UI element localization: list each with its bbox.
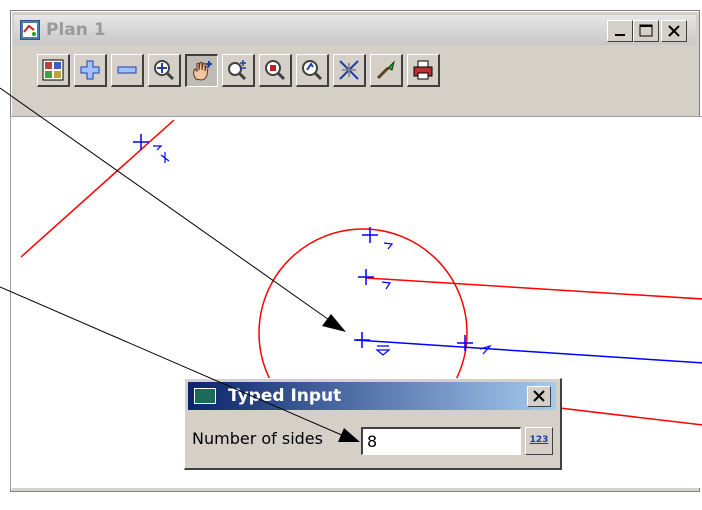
zoom-scale-icon [228,60,247,81]
toolbar-zoom-scale-button[interactable] [222,54,255,87]
toolbar-zoom-previous-button[interactable] [296,54,329,87]
blue-string[interactable] [355,339,702,364]
close-icon [668,25,680,37]
red-string-upper-left[interactable] [20,119,175,258]
minimize-button[interactable] [607,20,633,42]
calculator-button[interactable]: 123 [525,427,553,455]
pick-icon [376,60,395,80]
toolbar-zoom-window-button[interactable] [259,54,292,87]
zoom-fit-icon [154,60,175,81]
dialog-titlebar[interactable]: Typed Input [188,382,556,410]
point-marker[interactable] [358,269,374,285]
number-of-sides-input[interactable]: 8 [361,427,521,455]
window-titlebar[interactable]: Plan 1 [14,15,696,45]
toolbar-cursor-snap-button[interactable] [333,54,366,87]
calculator-icon: 123 [529,435,549,445]
dialog-close-button[interactable] [527,386,551,407]
zoom-previous-icon [302,60,323,81]
dialog-window-icon [194,388,216,404]
minimize-icon [615,34,625,36]
red-string-lower-right[interactable] [550,406,702,426]
dialog-title: Typed Input [228,386,342,406]
toolbar-print-button[interactable] [407,54,440,87]
number-of-sides-label: Number of sides [192,429,323,448]
point-marker[interactable] [457,335,473,351]
plot-icon [42,59,64,81]
maximize-button[interactable] [633,20,659,42]
zoom-window-icon [265,60,286,81]
typed-input-dialog: Typed Input Number of sides 8 123 [184,378,562,470]
toolbar-zoom-fit-button[interactable] [148,54,181,87]
toolbar-pan-button[interactable] [185,54,218,87]
point-label-mark [375,345,391,356]
plan-app-icon [20,20,40,40]
point-label-mark [383,242,394,250]
toolbar-zoom-out-button[interactable] [111,54,144,87]
pan-hand-icon [193,61,212,81]
point-marker[interactable] [133,134,149,150]
print-icon [413,60,433,80]
point-marker[interactable] [354,332,370,348]
point-label-mark [381,281,392,290]
zoom-out-icon [117,66,137,74]
toolbar-plot-button[interactable] [37,54,70,87]
cursor-snap-icon [339,60,359,80]
point-label-mark [153,145,170,163]
maximize-icon [639,24,653,37]
point-label-mark [479,344,492,355]
toolbar-pick-button[interactable] [370,54,403,87]
close-button[interactable] [661,20,687,42]
close-icon [533,390,545,402]
window-title: Plan 1 [46,20,106,40]
toolbar-zoom-in-button[interactable] [74,54,107,87]
zoom-in-icon [80,60,100,80]
red-string-upper-right[interactable] [365,277,702,300]
